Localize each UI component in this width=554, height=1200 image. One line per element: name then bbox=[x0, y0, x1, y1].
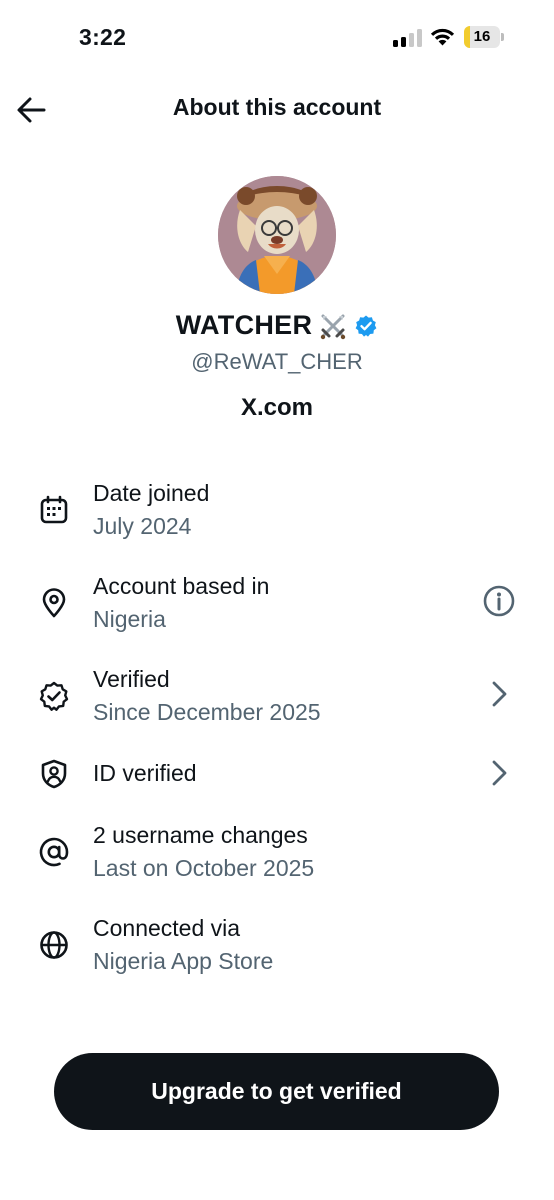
status-time: 3:22 bbox=[79, 24, 127, 50]
chevron-right-icon[interactable] bbox=[482, 677, 516, 711]
battery-cap bbox=[501, 33, 504, 41]
battery-indicator: 16 bbox=[464, 26, 506, 48]
account-domain: X.com bbox=[240, 394, 314, 421]
calendar-icon bbox=[40, 495, 68, 524]
battery-body: 16 bbox=[464, 26, 500, 48]
verified-label: Verified bbox=[93, 666, 170, 692]
verified-value: Since December 2025 bbox=[93, 699, 321, 725]
at-sign-icon bbox=[39, 837, 69, 867]
cellular-signal-icon bbox=[393, 29, 422, 47]
verified-badge-icon bbox=[355, 315, 377, 337]
wifi-icon bbox=[430, 28, 455, 46]
date-joined-label: Date joined bbox=[93, 480, 210, 506]
connected-via-label: Connected via bbox=[93, 915, 241, 941]
info-row-date-joined: Date joined July 2024 bbox=[0, 480, 554, 560]
location-pin-icon bbox=[42, 588, 66, 618]
chevron-right-icon[interactable] bbox=[482, 756, 516, 790]
profile-handle: @ReWAT_CHER bbox=[191, 349, 363, 374]
info-row-username-changes: 2 username changes Last on October 2025 bbox=[0, 822, 554, 902]
avatar[interactable] bbox=[218, 176, 336, 294]
date-joined-value: July 2024 bbox=[93, 513, 192, 539]
battery-level: 16 bbox=[473, 28, 491, 45]
crossed-swords-icon bbox=[321, 314, 346, 339]
info-row-connected-via: Connected via Nigeria App Store bbox=[0, 915, 554, 995]
connected-via-value: Nigeria App Store bbox=[93, 948, 274, 974]
avatar-illustration bbox=[218, 176, 336, 294]
account-based-in-value: Nigeria bbox=[93, 606, 166, 632]
id-shield-icon bbox=[41, 759, 67, 789]
info-icon[interactable] bbox=[482, 584, 516, 618]
info-row-verified[interactable]: Verified Since December 2025 bbox=[0, 666, 554, 746]
upgrade-to-get-verified-button[interactable]: Upgrade to get verified bbox=[54, 1053, 499, 1130]
page-title: About this account bbox=[172, 94, 382, 120]
id-verified-label: ID verified bbox=[93, 760, 197, 786]
verified-seal-icon bbox=[39, 681, 69, 711]
username-changes-label: 2 username changes bbox=[93, 822, 308, 848]
display-name-row: WATCHER bbox=[0, 310, 554, 341]
globe-icon bbox=[40, 931, 68, 959]
display-name: WATCHER bbox=[175, 310, 313, 340]
info-row-account-based-in: Account based in Nigeria bbox=[0, 573, 554, 653]
account-based-in-label: Account based in bbox=[93, 573, 270, 599]
username-changes-value: Last on October 2025 bbox=[93, 855, 315, 881]
